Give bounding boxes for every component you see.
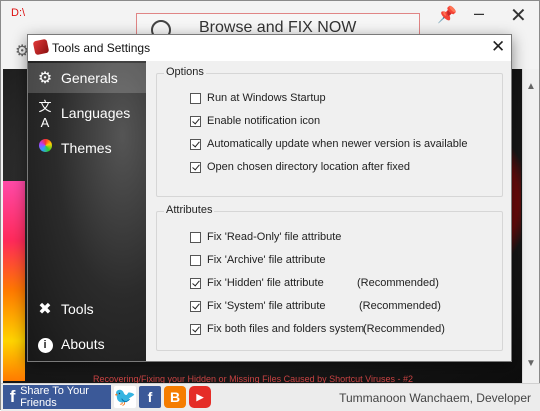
- option-label: Open chosen directory location after fix…: [207, 161, 411, 173]
- developer-label: Tummanoon Wanchaem, Developer: [339, 391, 531, 405]
- nav-abouts[interactable]: i Abouts: [28, 329, 146, 359]
- nav-generals[interactable]: ⚙ Generals: [28, 63, 146, 93]
- checkbox[interactable]: [190, 231, 201, 243]
- checkbox[interactable]: [190, 300, 201, 312]
- tools-icon: ✖: [38, 301, 52, 318]
- checkbox[interactable]: [190, 277, 201, 289]
- option-label: Run at Windows Startup: [207, 92, 326, 104]
- color-wheel-icon: [35, 139, 55, 157]
- options-group-title: Options: [164, 66, 206, 78]
- language-icon: 文A: [38, 99, 52, 130]
- dialog-close-icon[interactable]: ✕: [491, 37, 505, 57]
- attributes-group-title: Attributes: [164, 204, 215, 216]
- close-icon[interactable]: ✕: [510, 3, 527, 28]
- checkbox[interactable]: [190, 323, 201, 335]
- recommended-note: (Recommended): [363, 323, 445, 335]
- pin-icon[interactable]: 📌: [437, 5, 457, 25]
- nav-languages[interactable]: 文A Languages: [28, 98, 146, 130]
- recommended-note: (Recommended): [359, 300, 441, 312]
- attr-label: Fix 'System' file attribute: [207, 300, 326, 312]
- youtube-icon[interactable]: ▶: [189, 386, 211, 408]
- attr-label: Fix 'Archive' file attribute: [207, 254, 326, 266]
- checkbox[interactable]: [190, 115, 201, 127]
- nav-tools-label: Tools: [61, 301, 94, 317]
- attr-read-only[interactable]: Fix 'Read-Only' file attribute: [190, 229, 341, 245]
- checkbox[interactable]: [190, 161, 201, 173]
- option-label: Automatically update when newer version …: [207, 138, 468, 150]
- attr-archive[interactable]: Fix 'Archive' file attribute: [190, 252, 326, 268]
- share-facebook-button[interactable]: f Share To Your Friends: [3, 385, 111, 409]
- tools-settings-dialog: Tools and Settings ✕ ⚙ Generals 文A Langu…: [27, 34, 512, 362]
- nav-themes[interactable]: Themes: [28, 133, 146, 163]
- nav-generals-label: Generals: [61, 70, 118, 86]
- nav-themes-label: Themes: [61, 140, 112, 156]
- nav-languages-label: Languages: [61, 105, 131, 121]
- attr-files-and-folders[interactable]: Fix both files and folders system: [190, 321, 364, 337]
- attr-label: Fix 'Read-Only' file attribute: [207, 231, 342, 243]
- attr-label: Fix 'Hidden' file attribute: [207, 277, 324, 289]
- settings-content: Options Run at Windows Startup Enable no…: [146, 61, 511, 361]
- attr-hidden[interactable]: Fix 'Hidden' file attribute: [190, 275, 324, 291]
- checkbox[interactable]: [190, 92, 201, 104]
- option-open-directory[interactable]: Open chosen directory location after fix…: [190, 159, 410, 175]
- twitter-icon[interactable]: 🐦: [114, 386, 136, 408]
- share-label: Share To Your Friends: [20, 385, 89, 409]
- nav-tools[interactable]: ✖ Tools: [28, 294, 146, 324]
- facebook-icon: f: [9, 387, 16, 406]
- attr-label: Fix both files and folders system: [207, 323, 365, 335]
- facebook-icon[interactable]: f: [139, 386, 161, 408]
- scrollbar[interactable]: ▲ ▼: [522, 69, 539, 383]
- dialog-titlebar: Tools and Settings ✕: [28, 35, 511, 61]
- option-run-at-startup[interactable]: Run at Windows Startup: [190, 90, 326, 106]
- attributes-group: Attributes Fix 'Read-Only' file attribut…: [156, 204, 503, 351]
- checkbox[interactable]: [190, 254, 201, 266]
- share-bar: f Share To Your Friends 🐦 f B ▶: [3, 385, 211, 409]
- option-label: Enable notification icon: [207, 115, 321, 127]
- scroll-up-icon[interactable]: ▲: [526, 81, 536, 92]
- dialog-title: Tools and Settings: [52, 41, 151, 55]
- attr-system[interactable]: Fix 'System' file attribute: [190, 298, 326, 314]
- gear-icon: ⚙: [37, 70, 53, 87]
- nav-abouts-label: Abouts: [61, 336, 105, 352]
- option-auto-update[interactable]: Automatically update when newer version …: [190, 136, 467, 152]
- scroll-down-icon[interactable]: ▼: [526, 358, 536, 369]
- background-color-stripes: [3, 181, 25, 381]
- settings-sidebar: ⚙ Generals 文A Languages Themes ✖ Tools i…: [28, 61, 146, 361]
- blogger-icon[interactable]: B: [164, 386, 186, 408]
- minimize-icon[interactable]: –: [474, 3, 484, 24]
- option-enable-notification[interactable]: Enable notification icon: [190, 113, 320, 129]
- options-group: Options Run at Windows Startup Enable no…: [156, 66, 503, 197]
- path-label: D:\: [11, 7, 26, 19]
- checkbox[interactable]: [190, 138, 201, 150]
- recommended-note: (Recommended): [357, 277, 439, 289]
- info-icon: i: [35, 335, 55, 353]
- app-icon: [32, 38, 50, 56]
